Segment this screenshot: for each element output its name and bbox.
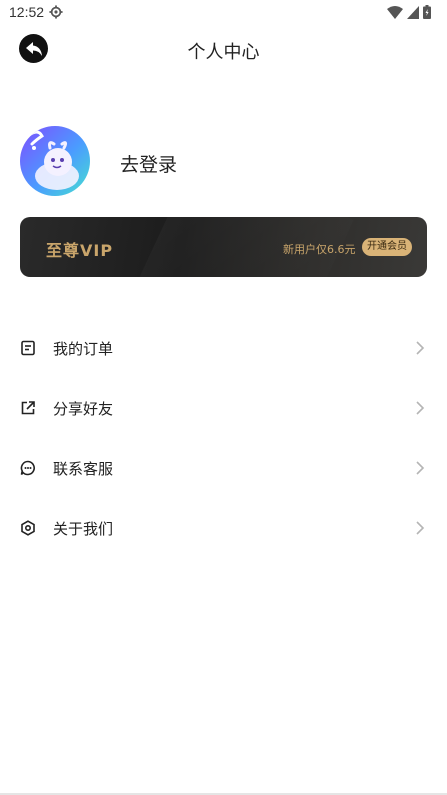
- login-link[interactable]: 去登录: [120, 150, 177, 177]
- vip-price-text: 新用户仅6.6元: [283, 243, 356, 256]
- battery-icon: [423, 5, 431, 19]
- vip-card[interactable]: 至尊VIP 新用户仅6.6元 开通会员: [20, 217, 427, 277]
- cell-signal-icon: [407, 5, 419, 19]
- menu-list: 我的订单 分享好友 联系客服 关于我们: [0, 318, 447, 558]
- header: 个人中心: [0, 28, 447, 72]
- menu-item-support[interactable]: 联系客服: [0, 438, 447, 498]
- menu-item-label: 关于我们: [53, 520, 114, 538]
- menu-item-about[interactable]: 关于我们: [0, 498, 447, 558]
- chevron-right-icon: [416, 341, 425, 355]
- gear-icon: [49, 5, 63, 19]
- menu-item-label: 我的订单: [53, 340, 114, 358]
- share-icon: [21, 401, 35, 415]
- chevron-right-icon: [416, 461, 425, 475]
- avatar-mascot-icon: [26, 130, 79, 190]
- status-time: 12:52: [9, 4, 45, 20]
- avatar[interactable]: [20, 126, 90, 196]
- about-icon: [21, 520, 35, 536]
- open-vip-button[interactable]: 开通会员: [362, 238, 412, 256]
- chevron-right-icon: [416, 521, 425, 535]
- wifi-icon: [387, 5, 403, 19]
- vip-title: 至尊VIP: [46, 241, 114, 260]
- menu-item-orders[interactable]: 我的订单: [0, 318, 447, 378]
- menu-item-label: 分享好友: [53, 400, 114, 418]
- chevron-right-icon: [416, 401, 425, 415]
- menu-item-label: 联系客服: [53, 460, 114, 478]
- chat-icon: [20, 460, 35, 476]
- order-list-icon: [21, 340, 35, 356]
- menu-item-share[interactable]: 分享好友: [0, 378, 447, 438]
- status-icons: [387, 5, 431, 19]
- page-title: 个人中心: [187, 42, 260, 63]
- profile-section[interactable]: 去登录: [20, 126, 430, 198]
- status-bar: 12:52: [0, 0, 447, 24]
